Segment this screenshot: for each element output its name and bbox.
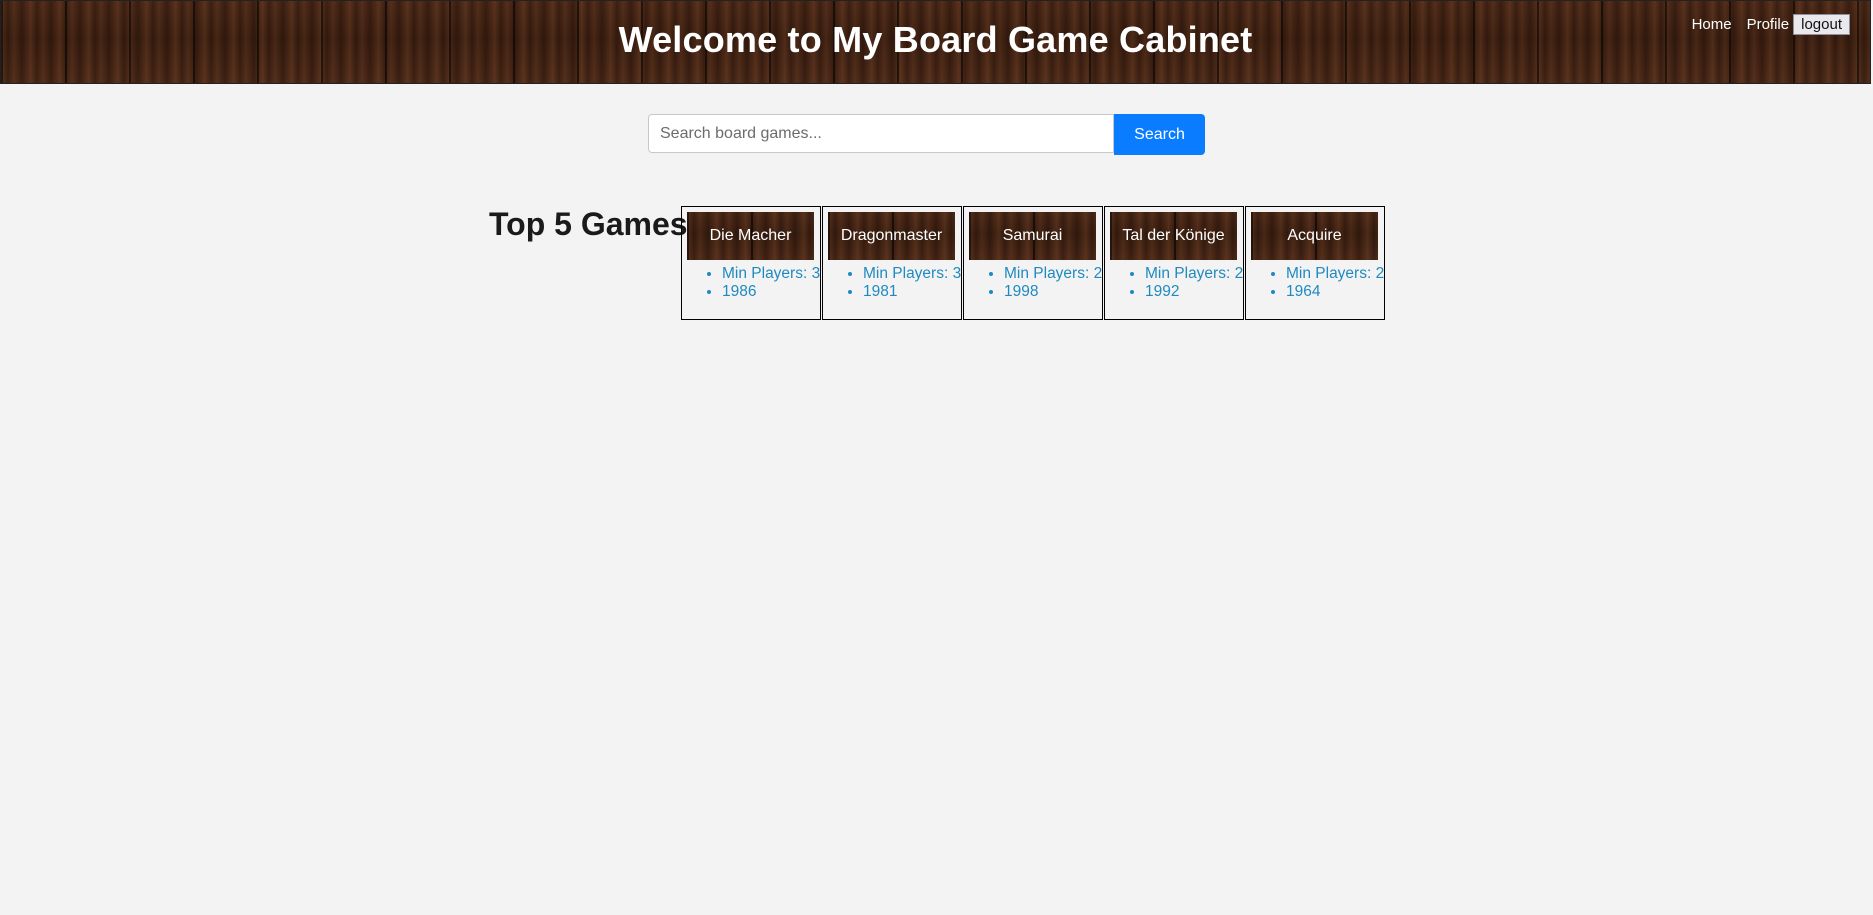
top-games-list: Die Macher Min Players: 3 1986 Dragonmas…	[681, 206, 1386, 320]
game-min-players: Min Players: 2	[1286, 265, 1384, 283]
game-card[interactable]: Tal der Könige Min Players: 2 1992	[1104, 206, 1244, 320]
top-games-heading: Top 5 Games	[489, 206, 688, 242]
game-card-details: Min Players: 2 1992	[1105, 265, 1243, 301]
top-nav: Home Profile logout	[1677, 14, 1850, 35]
search-bar: Search	[648, 114, 1205, 155]
game-year: 1986	[722, 283, 820, 301]
game-card-details: Min Players: 2 1964	[1246, 265, 1384, 301]
search-button[interactable]: Search	[1114, 114, 1205, 155]
game-card-details: Min Players: 2 1998	[964, 265, 1102, 301]
game-min-players: Min Players: 3	[863, 265, 961, 283]
game-card-title[interactable]: Tal der Könige	[1110, 212, 1237, 260]
logout-button[interactable]: logout	[1793, 14, 1850, 35]
game-card[interactable]: Die Macher Min Players: 3 1986	[681, 206, 821, 320]
game-year: 1964	[1286, 283, 1384, 301]
game-card-details: Min Players: 3 1986	[682, 265, 820, 301]
site-header: Welcome to My Board Game Cabinet Home Pr…	[0, 0, 1871, 84]
game-card-title[interactable]: Acquire	[1251, 212, 1378, 260]
nav-profile-link[interactable]: Profile	[1747, 16, 1790, 33]
search-input[interactable]	[648, 114, 1114, 153]
game-card[interactable]: Samurai Min Players: 2 1998	[963, 206, 1103, 320]
game-min-players: Min Players: 2	[1145, 265, 1243, 283]
game-card[interactable]: Dragonmaster Min Players: 3 1981	[822, 206, 962, 320]
game-year: 1992	[1145, 283, 1243, 301]
page-title: Welcome to My Board Game Cabinet	[618, 19, 1253, 60]
game-card-title[interactable]: Dragonmaster	[828, 212, 955, 260]
game-min-players: Min Players: 3	[722, 265, 820, 283]
game-card-title[interactable]: Samurai	[969, 212, 1096, 260]
nav-home-link[interactable]: Home	[1692, 16, 1732, 33]
game-card-title[interactable]: Die Macher	[687, 212, 814, 260]
game-year: 1981	[863, 283, 961, 301]
game-card-details: Min Players: 3 1981	[823, 265, 961, 301]
game-card[interactable]: Acquire Min Players: 2 1964	[1245, 206, 1385, 320]
game-min-players: Min Players: 2	[1004, 265, 1102, 283]
game-year: 1998	[1004, 283, 1102, 301]
